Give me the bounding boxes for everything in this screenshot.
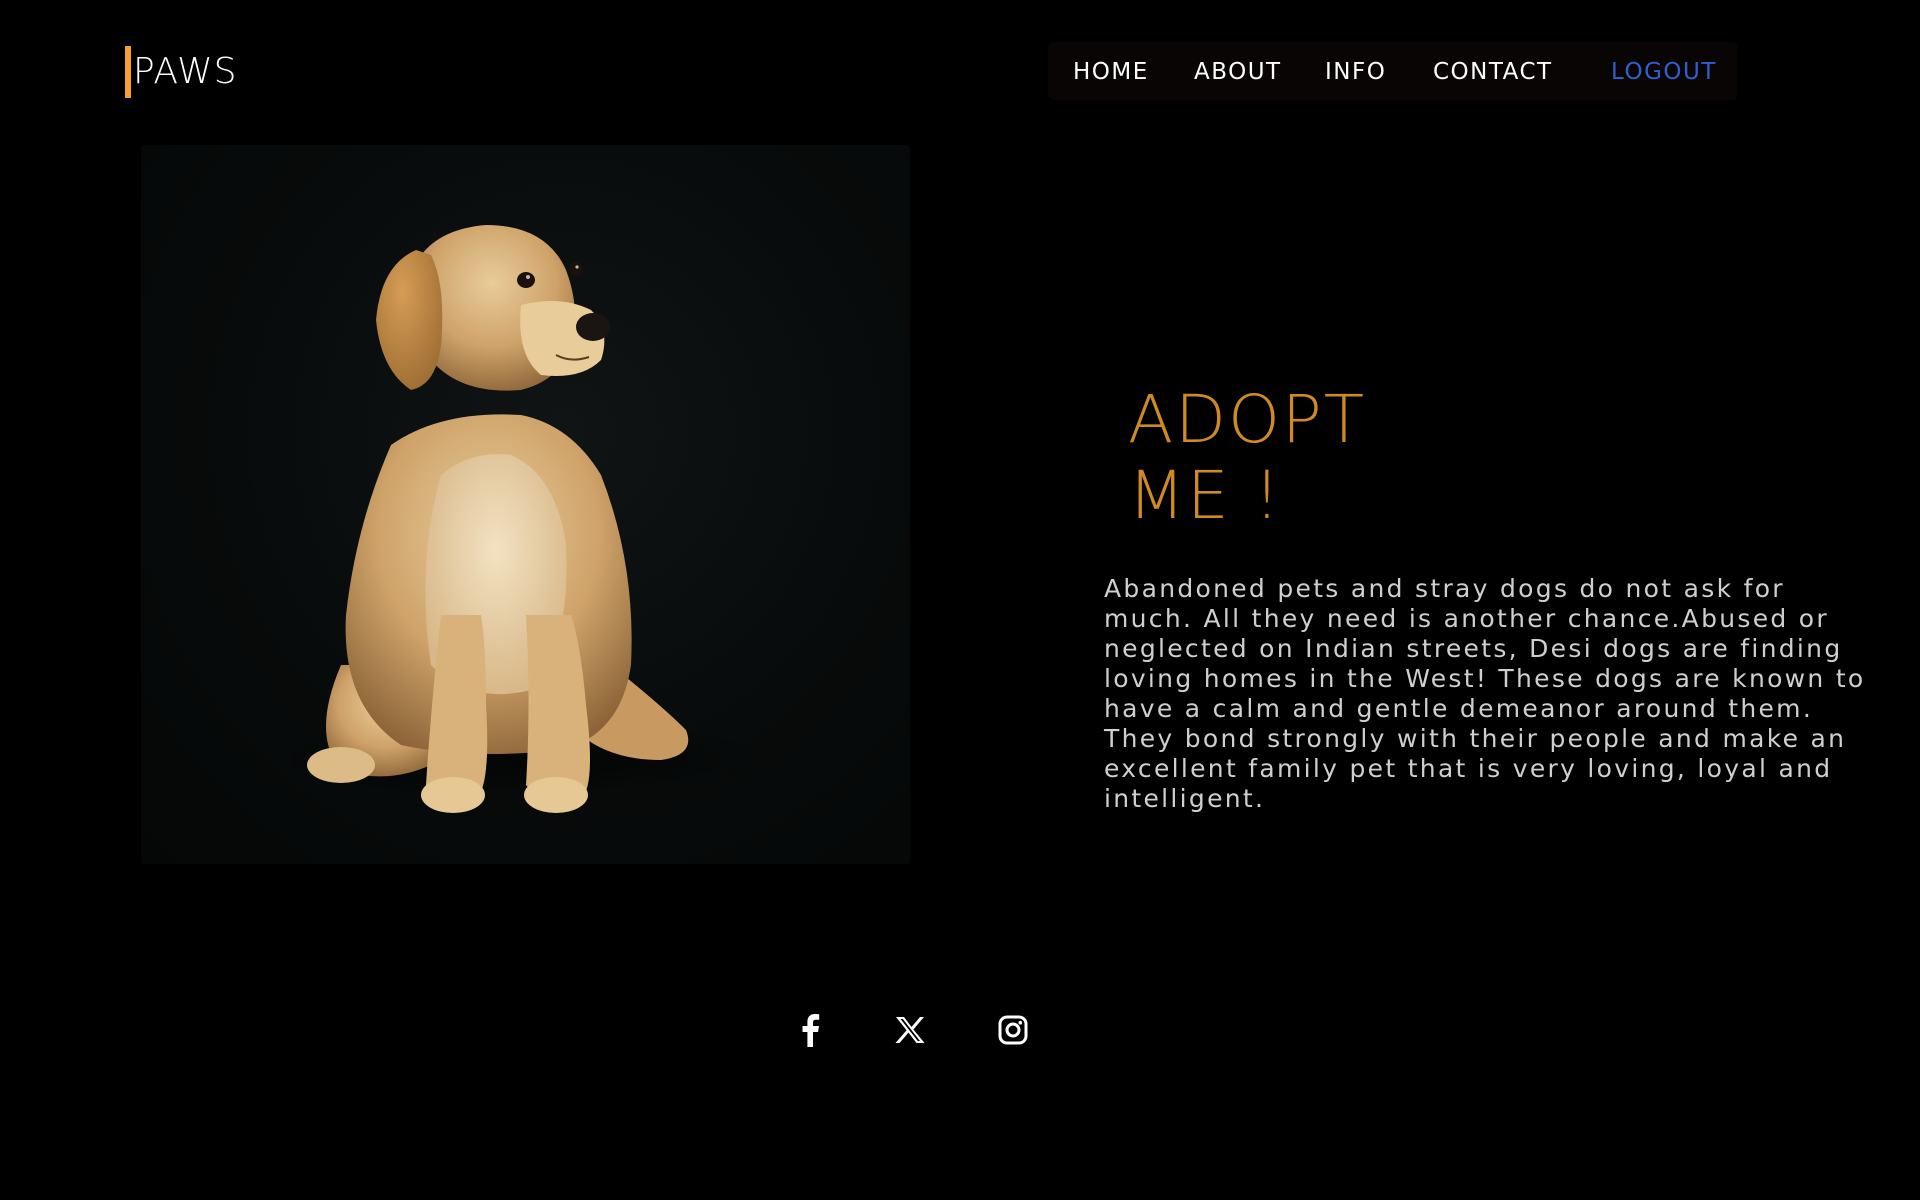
brand-logo[interactable]: PAWS: [125, 46, 238, 98]
heading-line-1: ADOPT: [1128, 381, 1367, 458]
nav-contact-link[interactable]: CONTACT: [1433, 42, 1553, 100]
heading-line-2: ME !: [1128, 457, 1283, 534]
brand-name: PAWS: [133, 51, 238, 92]
nav-info-link[interactable]: INFO: [1325, 42, 1386, 100]
logo-accent-bar: [125, 46, 131, 98]
nav-home-link[interactable]: HOME: [1073, 42, 1149, 100]
social-links: [790, 1010, 1070, 1052]
main-nav: HOME ABOUT INFO CONTACT LOGOUT: [1048, 42, 1738, 100]
nav-logout-link[interactable]: LOGOUT: [1611, 42, 1717, 100]
x-twitter-icon[interactable]: [890, 1010, 930, 1050]
nav-about-link[interactable]: ABOUT: [1194, 42, 1282, 100]
adopt-heading: ADOPT ME !: [1128, 382, 1366, 534]
adoption-description: Abandoned pets and stray dogs do not ask…: [1104, 574, 1866, 813]
labrador-puppy-photo: [141, 145, 910, 864]
instagram-icon[interactable]: [993, 1010, 1033, 1050]
facebook-icon[interactable]: [790, 1010, 830, 1050]
